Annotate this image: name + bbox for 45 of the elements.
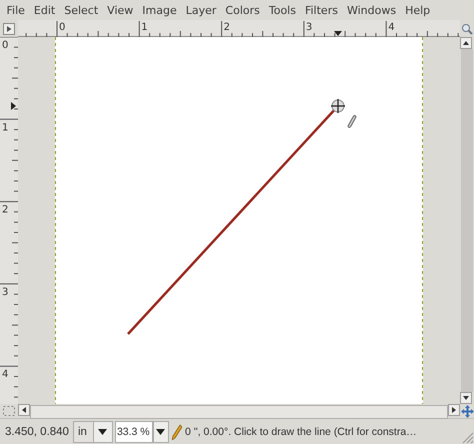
ruler-label: 4 (2, 369, 8, 380)
caret-icon (98, 428, 108, 434)
pencil-cursor-icon (348, 115, 356, 128)
ruler-label: 2 (224, 22, 230, 33)
navigate-icon[interactable] (460, 404, 474, 418)
menu-item[interactable]: Colors (220, 4, 264, 16)
ruler-label: 3 (306, 22, 312, 33)
left-arrow-icon (22, 407, 26, 413)
scroll-left-button[interactable] (18, 404, 30, 416)
menu-item[interactable]: Windows (342, 4, 401, 16)
zoom-field[interactable]: 33.3 % (114, 420, 153, 442)
unit-dropdown[interactable]: in (72, 420, 113, 442)
menu-item[interactable]: Layer (181, 4, 221, 16)
crosshair-cursor-icon (330, 98, 346, 114)
menu-item[interactable]: Select (60, 4, 103, 16)
pointer-marker-icon (11, 102, 16, 110)
pointer-coordinates: 3.450, 0.840 (4, 426, 70, 438)
scroll-down-button[interactable] (460, 392, 472, 404)
zoom-dropdown-button[interactable] (152, 420, 169, 442)
down-arrow-icon (463, 396, 469, 400)
scroll-right-button[interactable] (448, 404, 460, 416)
pencil-icon (172, 424, 182, 440)
menu-item[interactable]: Edit (29, 4, 60, 16)
resize-grip-icon[interactable] (460, 430, 474, 444)
menu-item[interactable]: Filters (300, 4, 342, 16)
menu-item[interactable]: Image (138, 4, 182, 16)
pointer-marker-icon (334, 31, 342, 36)
menu-item[interactable]: Help (400, 4, 435, 16)
ruler-label: 0 (2, 40, 8, 51)
caret-icon (156, 428, 166, 434)
ruler-label: 4 (388, 22, 395, 33)
ruler-label: 0 (59, 22, 66, 33)
menu-item[interactable]: File (2, 4, 30, 16)
status-message: 0 '', 0.00°. Click to draw the line (Ctrl for constra… (184, 426, 418, 438)
menu-item[interactable]: Tools (264, 4, 300, 16)
scroll-up-button[interactable] (460, 37, 472, 49)
ruler-label: 2 (2, 204, 8, 216)
horizontal-scrollbar[interactable] (30, 405, 448, 419)
menu-item[interactable]: View (102, 4, 138, 16)
ruler-label: 1 (141, 22, 148, 33)
up-arrow-icon (463, 41, 469, 45)
vertical-scrollbar[interactable] (461, 49, 473, 392)
ruler-label: 1 (2, 122, 8, 134)
right-arrow-icon (452, 407, 456, 413)
ruler-label: 3 (2, 286, 8, 298)
